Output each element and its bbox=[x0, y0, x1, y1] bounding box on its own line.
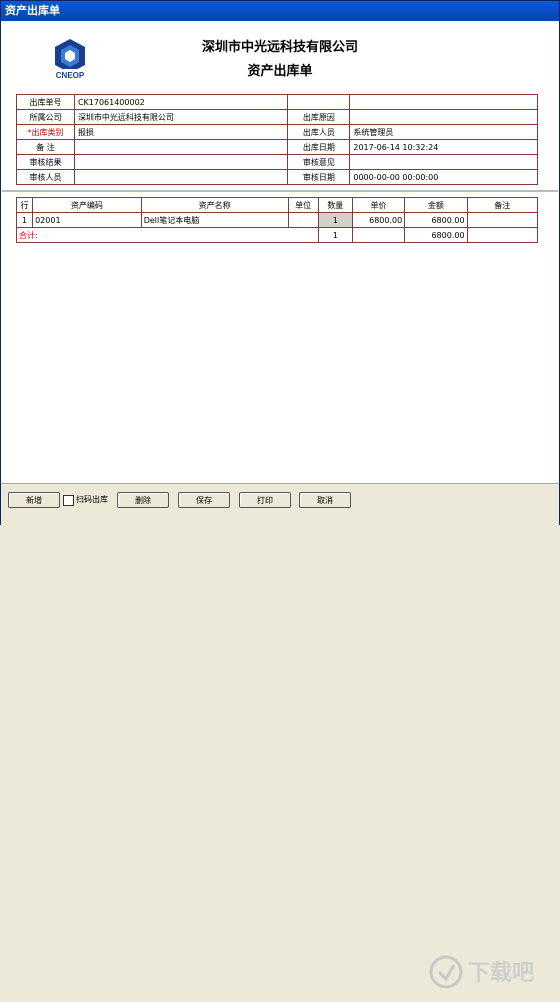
column-header: 数量 bbox=[317, 197, 353, 213]
info-row: *出库类别 报损 出库人员 系统管理员 bbox=[16, 124, 538, 140]
checkbox-box[interactable] bbox=[63, 494, 74, 506]
document-area: CNEOP 深圳市中光远科技有限公司 资产出库单 出库单号 CK17061400… bbox=[2, 22, 558, 482]
amount-cell: 6800.00 bbox=[404, 212, 468, 228]
action-bar: 新增 扫码出库 删除 保存 打印 取消 下载吧 bbox=[1, 483, 559, 989]
info-label: 审核结果 bbox=[16, 154, 75, 170]
info-label: 所属公司 bbox=[16, 109, 75, 125]
price-cell: 6800.00 bbox=[351, 212, 406, 228]
outbound-reason-field[interactable] bbox=[349, 109, 538, 125]
info-label-required: *出库类别 bbox=[16, 124, 75, 140]
info-label bbox=[287, 94, 351, 110]
info-row: 备 注 出库日期 2017-06-14 10:32:24 bbox=[16, 139, 538, 155]
total-row: 合计: 1 6800.00 bbox=[16, 227, 539, 243]
column-header: 单价 bbox=[351, 197, 406, 213]
audit-opinion-field bbox=[349, 154, 538, 170]
info-row: 出库单号 CK17061400002 bbox=[16, 94, 538, 110]
remark-field[interactable] bbox=[73, 139, 289, 155]
total-quantity: 1 bbox=[317, 227, 353, 243]
info-row: 所属公司 深圳市中光远科技有限公司 出库原因 bbox=[16, 109, 538, 125]
column-header: 备注 bbox=[466, 197, 539, 213]
info-label: 审核日期 bbox=[287, 169, 351, 185]
total-empty bbox=[351, 227, 406, 243]
audit-date-field: 0000-00-00 00:00:00 bbox=[349, 169, 538, 185]
info-label: 出库原因 bbox=[287, 109, 351, 125]
divider bbox=[2, 190, 558, 192]
asset-code-cell[interactable]: 02001 bbox=[32, 212, 142, 228]
column-header: 资产编码 bbox=[32, 197, 142, 213]
save-button[interactable]: 保存 bbox=[178, 492, 230, 508]
info-value bbox=[349, 94, 538, 110]
scan-out-label: 扫码出库 bbox=[76, 495, 108, 504]
outbound-type-field[interactable]: 报损 bbox=[73, 124, 289, 140]
cancel-button[interactable]: 取消 bbox=[299, 492, 351, 508]
asset-name-cell[interactable]: Dell笔记本电脑 bbox=[140, 212, 289, 228]
audit-result-field bbox=[73, 154, 289, 170]
column-header: 单位 bbox=[287, 197, 319, 213]
delete-button[interactable]: 删除 bbox=[117, 492, 169, 508]
unit-cell bbox=[287, 212, 319, 228]
total-label: 合计: bbox=[16, 227, 319, 243]
company-field[interactable]: 深圳市中光远科技有限公司 bbox=[73, 109, 289, 125]
outbound-person-field[interactable]: 系统管理员 bbox=[349, 124, 538, 140]
company-name: 深圳市中光远科技有限公司 bbox=[201, 40, 358, 55]
title-bar: 资产出库单 bbox=[1, 1, 559, 21]
info-label: 出库单号 bbox=[16, 94, 75, 110]
quantity-cell[interactable]: 1 bbox=[317, 212, 353, 228]
print-button[interactable]: 打印 bbox=[239, 492, 291, 508]
info-row: 审核人员 审核日期 0000-00-00 00:00:00 bbox=[16, 169, 538, 185]
info-label: 出库人员 bbox=[287, 124, 351, 140]
document-title: 资产出库单 bbox=[247, 64, 313, 79]
items-table: 行 资产编码 资产名称 单位 数量 单价 金额 备注 1 02001 Dell笔… bbox=[15, 197, 539, 243]
total-empty bbox=[466, 227, 539, 243]
watermark: 下载吧 bbox=[426, 952, 556, 1002]
asset-outbound-window: 资产出库单 CNEOP 深圳市中光远科技有限公司 资产出库单 出库单号 CK17… bbox=[0, 0, 560, 989]
add-button[interactable]: 新增 bbox=[8, 492, 60, 508]
outbound-no-field[interactable]: CK17061400002 bbox=[73, 94, 289, 110]
column-header: 行 bbox=[15, 197, 34, 213]
table-row[interactable]: 1 02001 Dell笔记本电脑 1 6800.00 6800.00 bbox=[15, 212, 539, 228]
row-number: 1 bbox=[15, 212, 34, 228]
column-header: 金额 bbox=[404, 197, 468, 213]
info-row: 审核结果 审核意见 bbox=[16, 154, 538, 170]
info-label: 备 注 bbox=[16, 139, 75, 155]
info-table: 出库单号 CK17061400002 所属公司 深圳市中光远科技有限公司 出库原… bbox=[16, 94, 538, 185]
column-header: 资产名称 bbox=[140, 197, 289, 213]
watermark-logo-icon: 下载吧 bbox=[429, 955, 534, 989]
auditor-field bbox=[73, 169, 289, 185]
info-label: 审核人员 bbox=[16, 169, 75, 185]
info-label: 审核意见 bbox=[287, 154, 351, 170]
total-amount: 6800.00 bbox=[404, 227, 468, 243]
window-title: 资产出库单 bbox=[5, 4, 60, 17]
note-cell[interactable] bbox=[466, 212, 539, 228]
watermark-text: 下载吧 bbox=[468, 960, 534, 986]
info-label: 出库日期 bbox=[287, 139, 351, 155]
scan-out-checkbox[interactable]: 扫码出库 bbox=[63, 492, 108, 508]
items-header-row: 行 资产编码 资产名称 单位 数量 单价 金额 备注 bbox=[15, 197, 539, 213]
outbound-date-field[interactable]: 2017-06-14 10:32:24 bbox=[349, 139, 538, 155]
